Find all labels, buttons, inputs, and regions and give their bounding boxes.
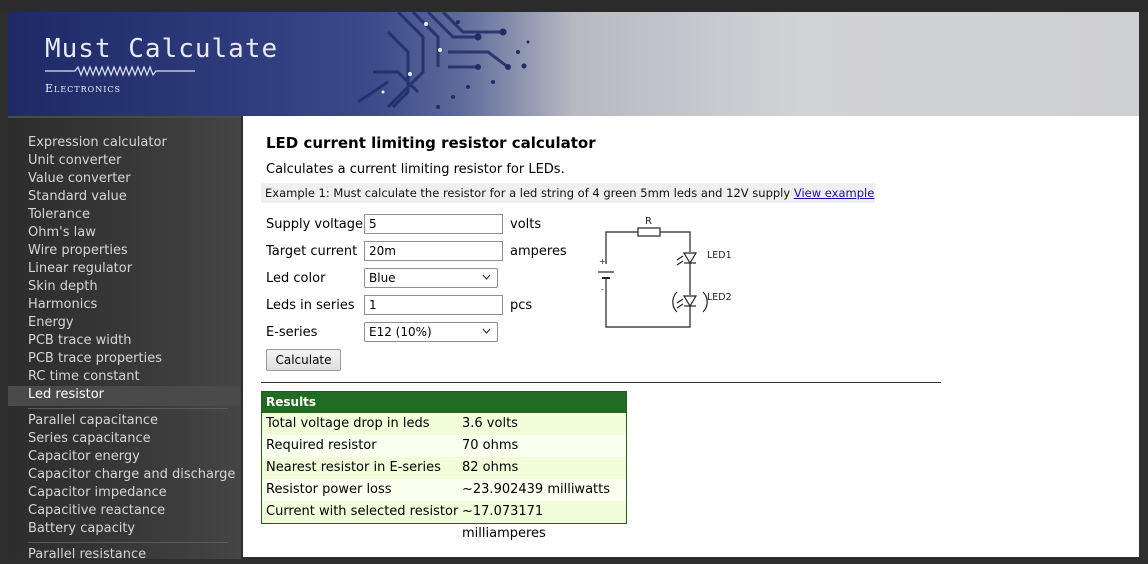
leds-in-series-unit: pcs [510, 298, 533, 313]
table-row: Current with selected resistor ~17.07317… [262, 501, 626, 541]
logo-title[interactable]: Must Calculate [45, 34, 278, 64]
sidebar-item-series-capacitance[interactable]: Series capacitance [28, 430, 151, 448]
e-series-label: E-series [266, 325, 318, 340]
logo-subtitle: Electronics [45, 82, 121, 95]
table-row: Nearest resistor in E-series 82 ohms [262, 457, 626, 479]
sidebar-item-ohms-law[interactable]: Ohm's law [28, 224, 96, 242]
target-current-unit: amperes [510, 244, 567, 259]
led-color-value: Blue [369, 271, 396, 285]
supply-voltage-unit: volts [510, 217, 542, 232]
sidebar-item-battery-capacity[interactable]: Battery capacity [28, 520, 135, 538]
main-content: LED current limiting resistor calculator… [243, 116, 1139, 557]
sidebar-item-harmonics[interactable]: Harmonics [28, 296, 97, 314]
led1-label: LED1 [707, 250, 732, 261]
supply-voltage-input[interactable]: 5 [364, 214, 503, 234]
sidebar-item-expression-calculator[interactable]: Expression calculator [28, 134, 167, 152]
sidebar-item-skin-depth[interactable]: Skin depth [28, 278, 98, 296]
sidebar-item-parallel-capacitance[interactable]: Parallel capacitance [28, 412, 158, 430]
result-value: 3.6 volts [462, 416, 518, 431]
sidebar-item-led-resistor[interactable]: Led resistor [28, 386, 104, 404]
sidebar-item-capacitive-reactance[interactable]: Capacitive reactance [28, 502, 165, 520]
e-series-select[interactable]: E12 (10%) [364, 322, 498, 342]
circuit-pattern-icon [357, 12, 530, 109]
result-label: Current with selected resistor [266, 504, 459, 519]
sidebar-item-unit-converter[interactable]: Unit converter [28, 152, 121, 170]
result-label: Nearest resistor in E-series [266, 460, 441, 475]
result-label: Required resistor [266, 438, 377, 453]
example-box: Example 1: Must calculate the resistor f… [261, 183, 875, 203]
led2-label: LED2 [707, 292, 732, 303]
leds-in-series-input[interactable]: 1 [364, 295, 503, 315]
calculate-button[interactable]: Calculate [266, 349, 341, 371]
sidebar-item-standard-value[interactable]: Standard value [28, 188, 127, 206]
leds-in-series-label: Leds in series [266, 298, 355, 313]
page-description: Calculates a current limiting resistor f… [266, 162, 565, 177]
results-table: Results Total voltage drop in leds 3.6 v… [261, 391, 627, 541]
result-value: ~23.902439 milliwatts [462, 482, 611, 497]
led-circuit-schematic: R LED1 LED2 + - [598, 216, 732, 328]
target-current-label: Target current [266, 244, 358, 259]
table-row: Total voltage drop in leds 3.6 volts [262, 413, 626, 435]
logo-waveform-icon [45, 65, 195, 77]
sidebar-item-wire-properties[interactable]: Wire properties [28, 242, 128, 260]
target-current-input[interactable]: 20m [364, 241, 503, 261]
result-value: 82 ohms [462, 460, 519, 475]
sidebar-item-parallel-resistance[interactable]: Parallel resistance [28, 546, 146, 564]
chevron-down-icon [482, 274, 491, 280]
sidebar-item-capacitor-charge-discharge[interactable]: Capacitor charge and discharge [28, 466, 235, 484]
sidebar-item-capacitor-impedance[interactable]: Capacitor impedance [28, 484, 167, 502]
sidebar-item-energy[interactable]: Energy [28, 314, 74, 332]
result-value: 70 ohms [462, 438, 519, 453]
result-value: ~17.073171 milliamperes [462, 504, 546, 541]
chevron-down-icon [482, 328, 491, 334]
e-series-value: E12 (10%) [369, 325, 432, 339]
sidebar-item-value-converter[interactable]: Value converter [28, 170, 131, 188]
table-row: Resistor power loss ~23.902439 milliwatt… [262, 479, 626, 501]
sidebar-nav: Expression calculator Unit converter Val… [8, 116, 241, 562]
table-row: Required resistor 70 ohms [262, 435, 626, 457]
led-color-select[interactable]: Blue [364, 268, 498, 288]
view-example-link[interactable]: View example [794, 186, 874, 200]
resistor-label: R [645, 216, 652, 227]
sidebar-item-capacitor-energy[interactable]: Capacitor energy [28, 448, 140, 466]
minus-terminal-label: - [601, 285, 604, 294]
site-header: Must Calculate Electronics [8, 12, 1139, 116]
sidebar-item-tolerance[interactable]: Tolerance [28, 206, 90, 224]
resistor-symbol [637, 227, 661, 237]
page-title: LED current limiting resistor calculator [266, 134, 596, 152]
example-text: Example 1: Must calculate the resistor f… [265, 186, 791, 200]
sidebar-item-pcb-trace-properties[interactable]: PCB trace properties [28, 350, 162, 368]
page: Must Calculate Electronics Expression ca… [0, 0, 1148, 562]
nav-divider [28, 542, 228, 543]
plus-terminal-label: + [599, 257, 606, 266]
led-color-label: Led color [266, 271, 326, 286]
top-strip [0, 0, 1148, 12]
sidebar-item-linear-regulator[interactable]: Linear regulator [28, 260, 132, 278]
supply-voltage-label: Supply voltage [266, 217, 364, 232]
result-label: Total voltage drop in leds [266, 416, 430, 431]
sidebar-item-pcb-trace-width[interactable]: PCB trace width [28, 332, 132, 350]
sidebar-item-rc-time-constant[interactable]: RC time constant [28, 368, 140, 386]
section-divider [261, 382, 941, 383]
result-label: Resistor power loss [266, 482, 392, 497]
results-header: Results [262, 392, 626, 413]
nav-divider [28, 408, 228, 409]
